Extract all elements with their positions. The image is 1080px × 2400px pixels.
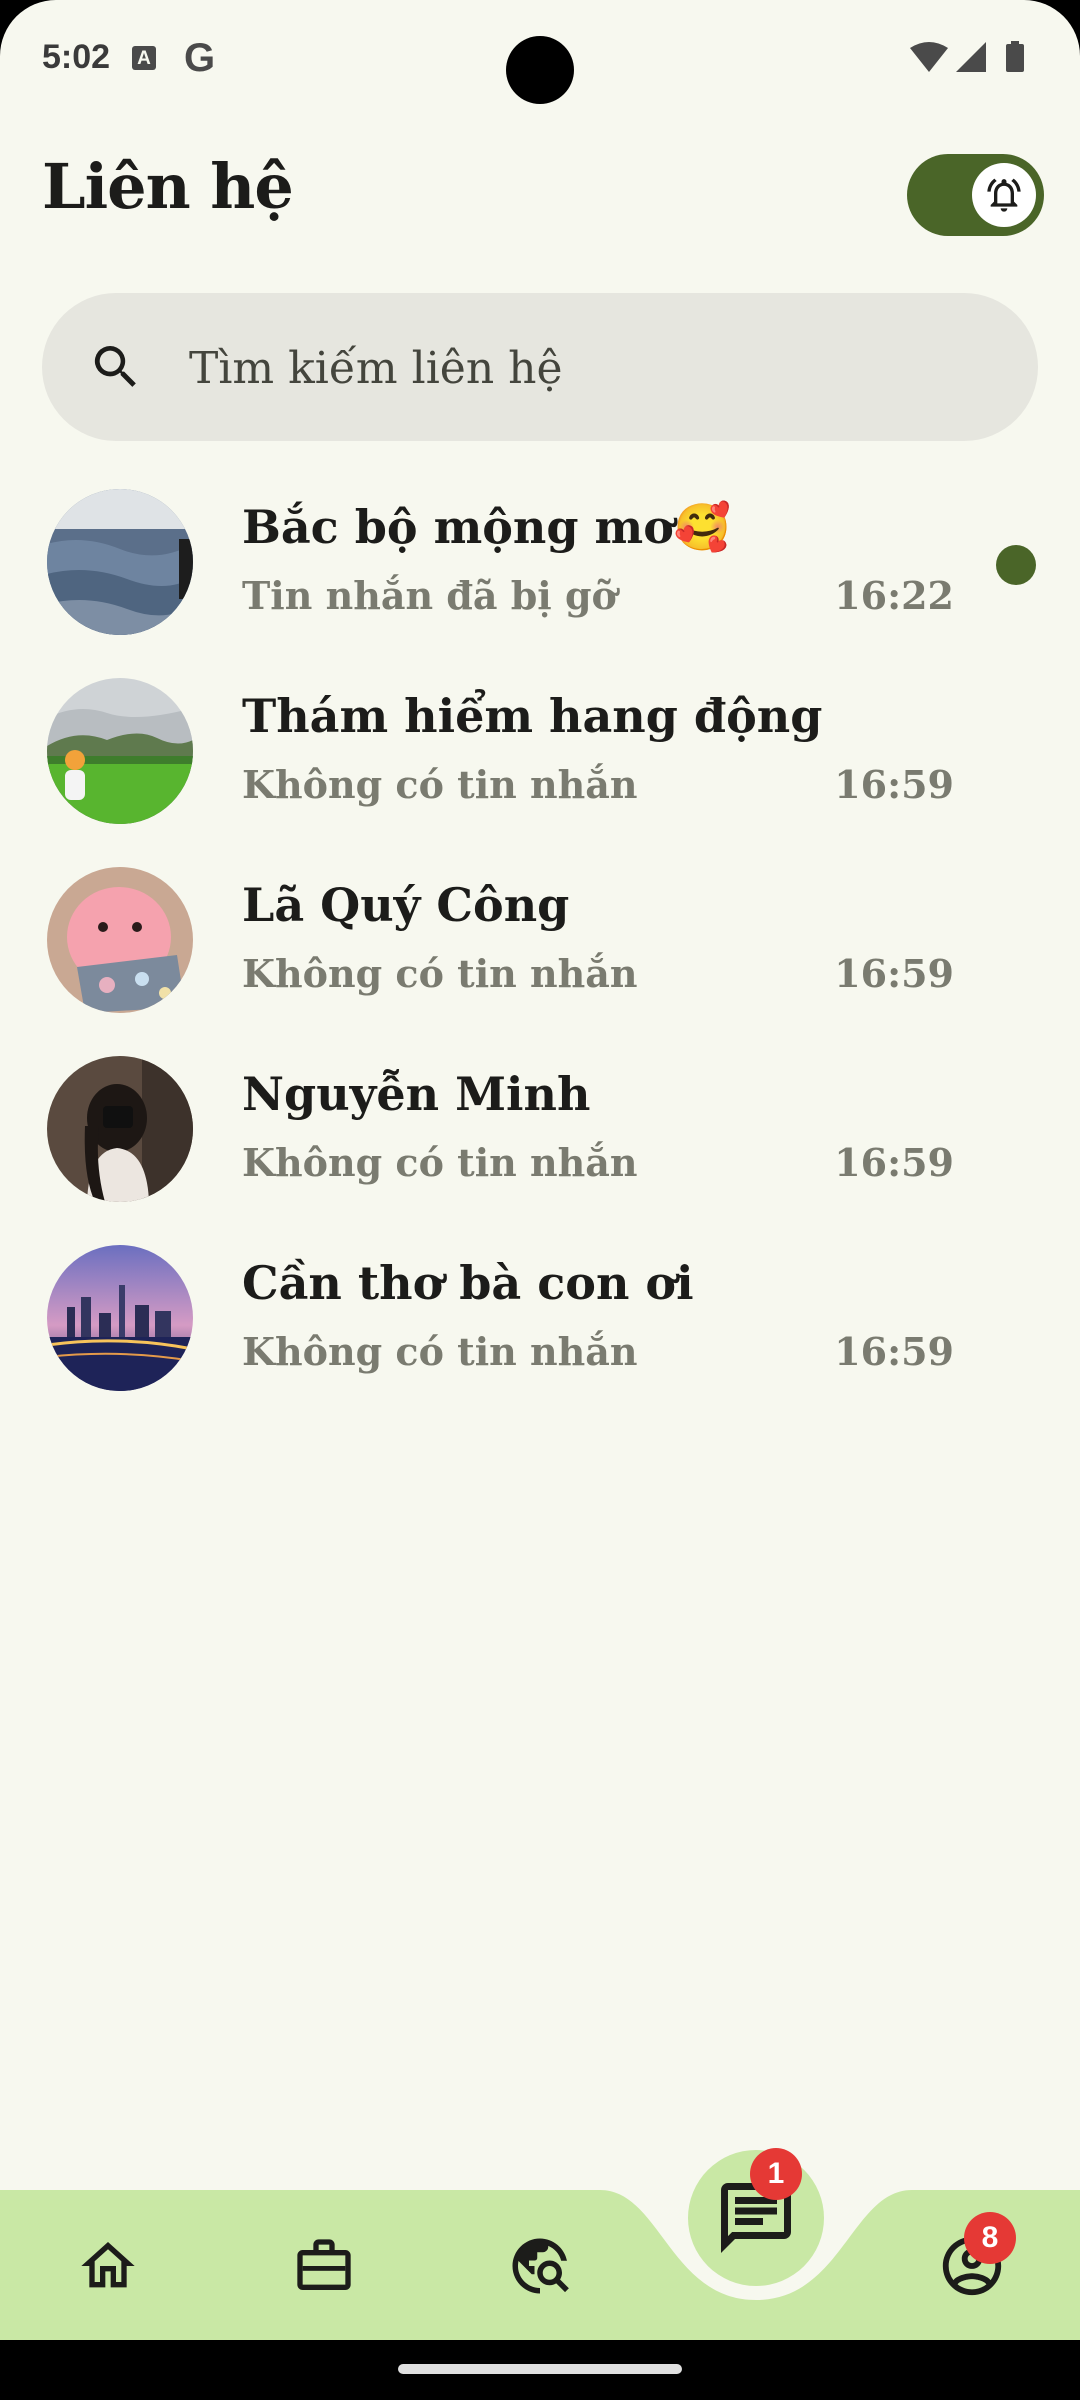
contact-last-message: Không có tin nhắn (242, 1329, 638, 1374)
avatar (47, 1056, 193, 1202)
contact-item[interactable]: Nguyễn Minh Không có tin nhắn 16:59 (0, 1037, 1080, 1226)
wifi-icon (910, 42, 948, 72)
avatar (47, 1245, 193, 1391)
notification-toggle[interactable] (907, 154, 1044, 236)
contact-name: Lã Quý Công (242, 878, 570, 932)
contact-item[interactable]: Cần thơ bà con ơi Không có tin nhắn 16:5… (0, 1226, 1080, 1415)
page-title: Liên hệ (42, 150, 294, 223)
nav-explore[interactable] (492, 2218, 588, 2314)
contact-time: 16:59 (834, 951, 954, 996)
avatar (47, 678, 193, 824)
travel-explore-icon (512, 2238, 569, 2294)
contact-name: Bắc bộ mộng mơ🥰 (242, 500, 732, 554)
contact-item[interactable]: Thám hiểm hang động Không có tin nhắn 16… (0, 659, 1080, 848)
contact-name: Thám hiểm hang động (242, 689, 823, 743)
home-icon (81, 2242, 135, 2288)
contact-last-message: Tin nhắn đã bị gỡ (242, 573, 617, 618)
nav-home[interactable] (60, 2218, 156, 2314)
contact-list: Bắc bộ mộng mơ🥰 Tin nhắn đã bị gỡ 16:22 … (0, 470, 1080, 1415)
contact-time: 16:22 (834, 573, 954, 618)
search-icon (94, 346, 136, 387)
contact-time: 16:59 (834, 1329, 954, 1374)
avatar (47, 489, 193, 635)
account-badge: 8 (964, 2212, 1016, 2264)
search-bar[interactable] (42, 293, 1038, 443)
search-input[interactable] (187, 293, 991, 443)
signal-icon (956, 42, 986, 72)
camera-cutout (506, 36, 574, 104)
status-bar: 5:02 A G (0, 0, 1080, 120)
nav-chat[interactable]: 1 (688, 2148, 824, 2286)
alarm-bell-icon (987, 178, 1021, 212)
briefcase-icon (297, 2239, 351, 2290)
toggle-knob (972, 163, 1036, 227)
contact-item[interactable]: Bắc bộ mộng mơ🥰 Tin nhắn đã bị gỡ 16:22 (0, 470, 1080, 659)
contact-time: 16:59 (834, 1140, 954, 1185)
contact-item[interactable]: Lã Quý Công Không có tin nhắn 16:59 (0, 848, 1080, 1037)
contact-name: Cần thơ bà con ơi (242, 1256, 694, 1310)
nav-account[interactable]: 8 (924, 2212, 1020, 2314)
chat-badge: 1 (750, 2148, 802, 2200)
keyboard-notification-icon: A (132, 46, 156, 70)
contacts-screen: 5:02 A G Liên hệ Tìm kiếm liên hệ Bắc bộ… (0, 0, 1080, 2400)
contact-last-message: Không có tin nhắn (242, 762, 638, 807)
battery-icon (1006, 44, 1024, 72)
contact-name: Nguyễn Minh (242, 1067, 591, 1121)
bottom-navigation: 1 8 (0, 2148, 1080, 2340)
contact-time: 16:59 (834, 762, 954, 807)
google-notification-icon: G (184, 36, 216, 80)
unread-indicator (996, 545, 1036, 585)
nav-jobs[interactable] (276, 2218, 372, 2314)
gesture-handle[interactable] (398, 2364, 682, 2374)
contact-last-message: Không có tin nhắn (242, 951, 638, 996)
avatar (47, 867, 193, 1013)
system-status-icons (910, 41, 1024, 72)
status-time: 5:02 (42, 38, 111, 76)
contact-last-message: Không có tin nhắn (242, 1140, 638, 1185)
